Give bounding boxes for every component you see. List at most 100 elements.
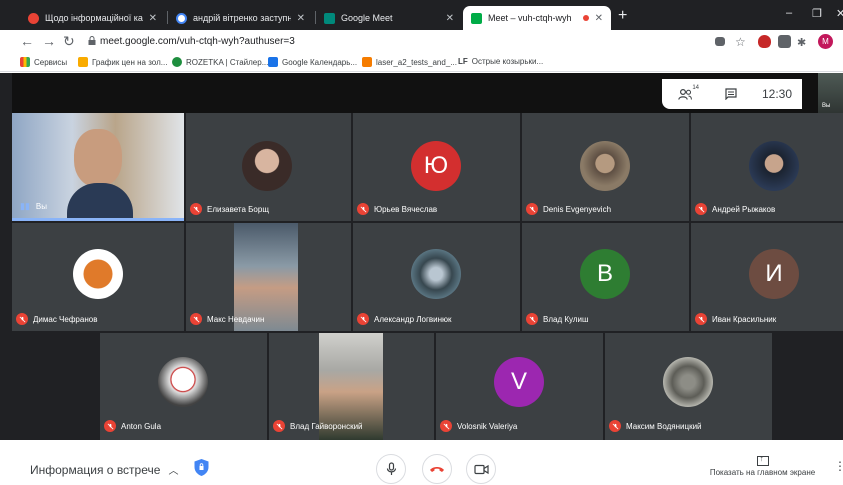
security-shield-icon[interactable] [193, 458, 210, 477]
mic-off-icon [695, 313, 707, 325]
participant-name: Макс Невдачин [190, 313, 264, 325]
participant-name: Anton Gula [104, 420, 161, 432]
tab-favicon-icon [28, 12, 39, 24]
meeting-clock: 12:30 [761, 87, 793, 101]
hangup-phone-icon [430, 467, 444, 472]
self-thumb-label: Вы [822, 103, 831, 109]
chevron-up-icon: ︿ [168, 466, 179, 477]
close-icon[interactable]: ✕ [149, 13, 157, 24]
microphone-toggle-button[interactable] [376, 454, 406, 484]
participant-tile[interactable]: Ю Юрьев Вячеслав [353, 113, 520, 221]
participant-tile[interactable]: Андрей Рыжаков [691, 113, 843, 221]
camera-indicator-icon[interactable] [715, 37, 725, 46]
active-speaker-bar [12, 218, 184, 221]
meet-icon [471, 12, 482, 24]
new-tab-button[interactable]: + [618, 8, 627, 24]
participant-tile[interactable]: Елизавета Борщ [186, 113, 351, 221]
meet-info-panel: 14 12:30 [662, 79, 802, 109]
participant-name: ▮▮ Вы [20, 201, 47, 211]
bookmark-item[interactable]: График цен на зол... [78, 57, 167, 67]
mic-off-icon [104, 420, 116, 432]
people-icon [678, 88, 692, 100]
self-video-face [74, 129, 122, 187]
participant-name: Denis Evgenyevich [526, 203, 611, 215]
participant-name: Максим Водяницкий [609, 420, 702, 432]
meeting-details-label: Информация о встрече [30, 462, 161, 477]
participant-tile[interactable]: В Влад Кулиш [522, 223, 689, 331]
extension-icon[interactable] [778, 35, 791, 48]
address-bar[interactable]: meet.google.com/vuh-ctqh-wyh?authuser=3 [100, 36, 295, 47]
minimize-icon[interactable]: – [786, 7, 792, 19]
participant-name: Volosnik Valeriya [440, 420, 517, 432]
bookmark-item[interactable]: LF Острые козырьки... [458, 57, 543, 66]
tab-favicon-icon [176, 12, 187, 24]
participant-tile-self[interactable]: ▮▮ Вы [12, 113, 184, 221]
participant-tile[interactable]: Максим Водяницкий [605, 333, 772, 440]
forward-icon[interactable]: → [42, 34, 56, 48]
chat-button[interactable] [708, 88, 754, 100]
participant-avatar [242, 141, 292, 191]
tab-title: Google Meet [341, 13, 393, 23]
mic-off-icon [609, 420, 621, 432]
close-icon[interactable]: ✕ [446, 13, 454, 24]
mic-off-icon [695, 203, 707, 215]
browser-tab[interactable]: андрій вітренко заступники - Г ✕ [168, 6, 313, 30]
bookmarks-bar: Сервисы График цен на зол... ROZETKA | С… [0, 54, 843, 72]
bookmark-item[interactable]: ROZETKA | Стайлер... [172, 57, 268, 67]
browser-tab-active[interactable]: Meet – vuh-ctqh-wyh ✕ [463, 6, 611, 30]
restore-icon[interactable]: ❐ [812, 7, 822, 20]
back-icon[interactable]: ← [20, 34, 34, 48]
calendar-icon [268, 57, 278, 67]
mic-off-icon [526, 203, 538, 215]
bookmark-star-icon[interactable]: ☆ [735, 35, 746, 49]
participant-tile[interactable]: Denis Evgenyevich [522, 113, 689, 221]
camera-toggle-button[interactable] [466, 454, 496, 484]
profile-avatar[interactable]: M [818, 34, 833, 49]
participant-avatar [73, 249, 123, 299]
close-window-icon[interactable]: ✕ [836, 7, 843, 20]
extension-shield-icon[interactable] [758, 35, 771, 48]
participant-name: Юрьев Вячеслав [357, 203, 437, 215]
participant-avatar: Ю [411, 141, 461, 191]
present-screen-icon: ↑ [756, 454, 769, 466]
meeting-details-button[interactable]: Информация о встрече ︿ [30, 462, 179, 478]
close-icon[interactable]: ✕ [595, 13, 603, 24]
participant-name: Влад Гайворонский [273, 420, 363, 432]
browser-tab[interactable]: Google Meet ✕ [316, 6, 462, 30]
participant-tile[interactable]: И Иван Красильник [691, 223, 843, 331]
present-to-main-screen-button[interactable]: ↑ Показать на главном экране [700, 454, 825, 477]
participant-tile[interactable]: Димас Чефранов [12, 223, 184, 331]
participant-tile[interactable]: V Volosnik Valeriya [436, 333, 603, 440]
bookmark-item[interactable]: laser_a2_tests_and_... [362, 57, 457, 67]
participant-tile[interactable]: Влад Гайворонский [269, 333, 434, 440]
participant-tile[interactable]: Макс Невдачин [186, 223, 351, 331]
participant-avatar [663, 357, 713, 407]
participant-name: Елизавета Борщ [190, 203, 269, 215]
participant-name: Андрей Рыжаков [695, 203, 775, 215]
browser-tab[interactable]: Щодо інформаційної кампанії - ✕ [20, 6, 165, 30]
mic-off-icon [190, 313, 202, 325]
participant-avatar: V [494, 357, 544, 407]
more-options-icon[interactable]: ⋮ [834, 460, 843, 472]
lock-icon [88, 36, 96, 45]
participant-tile[interactable]: Александр Логвинюк [353, 223, 520, 331]
participant-avatar: И [749, 249, 799, 299]
close-icon[interactable]: ✕ [297, 13, 305, 24]
participants-button[interactable]: 14 [662, 85, 708, 100]
tab-title: Meet – vuh-ctqh-wyh [488, 13, 572, 23]
mic-off-icon [273, 420, 285, 432]
participants-count: 14 [692, 84, 699, 91]
chat-icon [725, 88, 737, 100]
self-video-body [67, 183, 133, 221]
browser-tab-strip: Щодо інформаційної кампанії - ✕ андрій в… [0, 0, 843, 30]
extensions-puzzle-icon[interactable]: ✱ [797, 36, 806, 50]
self-view-thumbnail[interactable]: Вы [818, 73, 843, 113]
recording-dot-icon [582, 15, 589, 21]
meet-bottom-bar: Информация о встрече ︿ ↑ Показать на гла… [0, 440, 843, 485]
leave-call-button[interactable] [422, 454, 452, 484]
reload-icon[interactable]: ↻ [63, 34, 75, 48]
bookmark-item[interactable]: Google Календарь... [268, 57, 357, 67]
participant-tile[interactable]: Anton Gula [100, 333, 267, 440]
participant-name: Иван Красильник [695, 313, 776, 325]
bookmark-apps[interactable]: Сервисы [20, 57, 67, 67]
